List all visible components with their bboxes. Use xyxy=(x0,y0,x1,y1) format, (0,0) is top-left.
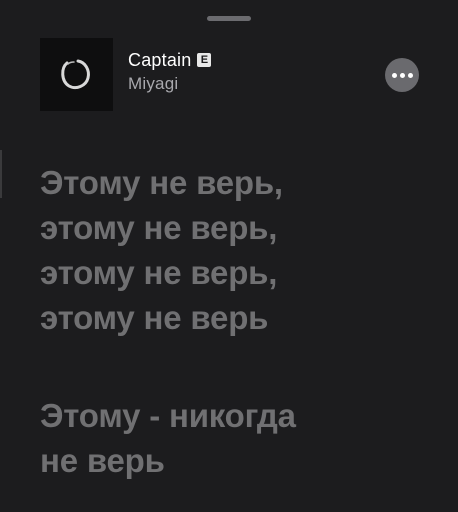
edge-divider xyxy=(0,150,2,198)
track-title: Captain xyxy=(128,49,192,70)
more-horizontal-icon-dot xyxy=(399,72,405,78)
enso-circle-icon xyxy=(61,59,90,90)
now-playing-header: Captain E Miyagi xyxy=(40,38,420,112)
lyrics-stanza: Этому не верь, этому не верь, этому не в… xyxy=(40,160,440,340)
lyric-line[interactable]: этому не верь, xyxy=(40,205,440,250)
title-row: Captain E xyxy=(128,48,368,72)
lyrics-view[interactable]: Этому не верь, этому не верь, этому не в… xyxy=(40,160,440,483)
lyric-line[interactable]: этому не верь xyxy=(40,295,440,340)
artist-name[interactable]: Miyagi xyxy=(128,74,368,94)
sheet-grab-handle[interactable] xyxy=(207,16,251,21)
more-options-button[interactable] xyxy=(385,58,419,92)
lyric-line[interactable]: не верь xyxy=(40,438,440,483)
lyric-line[interactable]: Этому не верь, xyxy=(40,160,440,205)
more-horizontal-icon xyxy=(391,72,397,78)
lyrics-stanza: Этому - никогда не верь xyxy=(40,393,440,483)
lyric-line[interactable]: Этому - никогда xyxy=(40,393,440,438)
track-info[interactable]: Captain E Miyagi xyxy=(128,48,368,94)
album-artwork[interactable] xyxy=(40,38,113,111)
explicit-badge: E xyxy=(197,53,212,67)
lyric-line[interactable]: этому не верь, xyxy=(40,250,440,295)
more-horizontal-icon-dot xyxy=(407,72,413,78)
